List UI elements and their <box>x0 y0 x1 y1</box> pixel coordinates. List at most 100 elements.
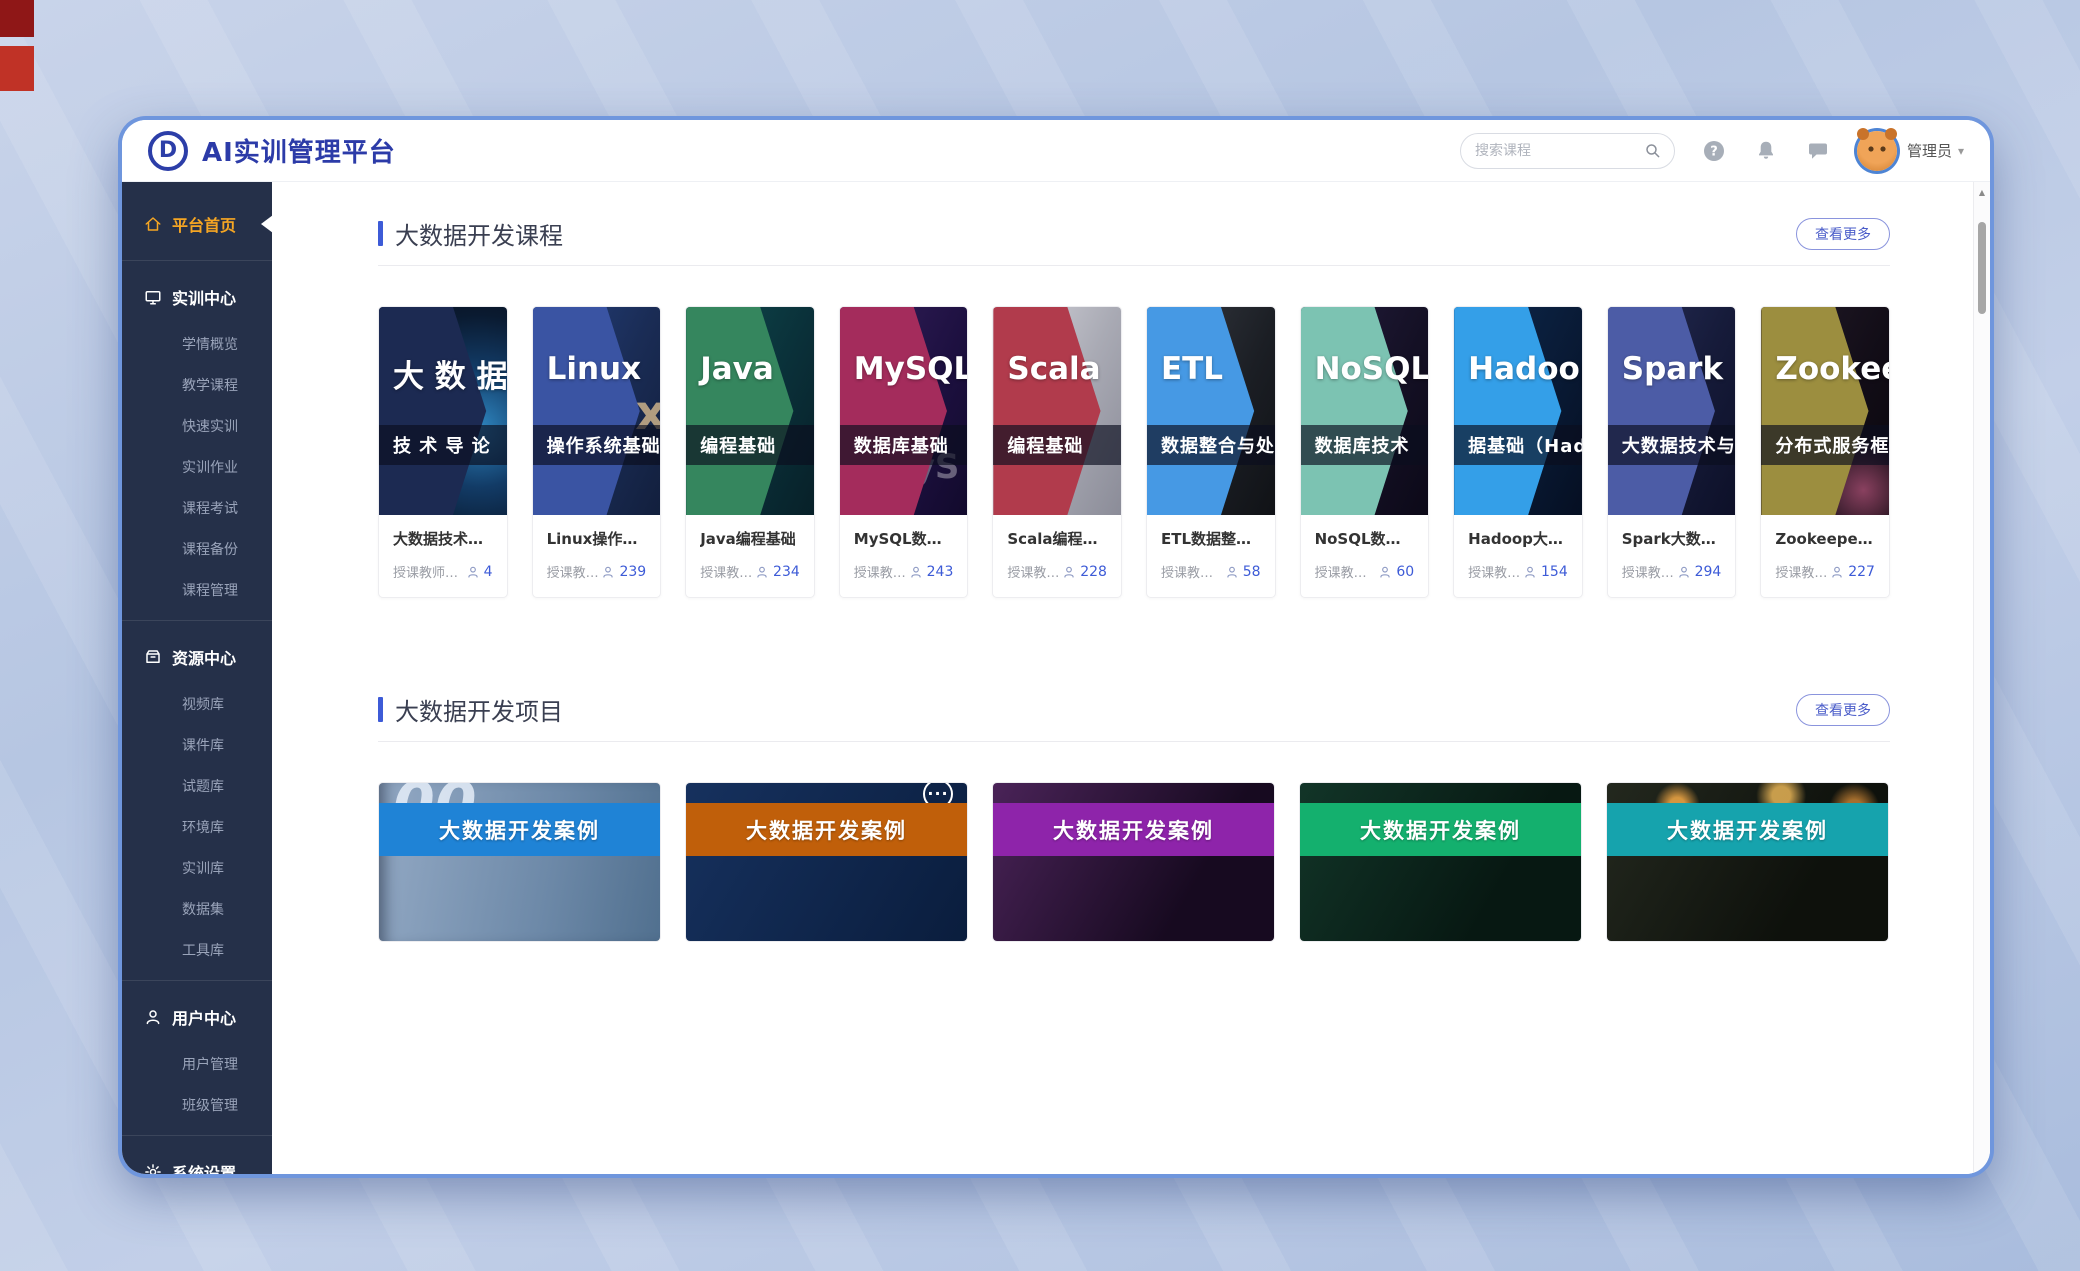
project-card-grid: 00 大数据开发案例 ··· 大数据开发案例 <box>378 782 1890 942</box>
help-icon[interactable]: ? <box>1701 138 1727 164</box>
app-window: D AI实训管理平台 ? 管理员 ▾ <box>122 120 1990 1174</box>
sidebar-child-label: 用户管理 <box>182 1054 238 1074</box>
project-banner: 大数据开发案例 <box>686 803 967 856</box>
sidebar-child-label: 课程管理 <box>182 580 238 600</box>
course-title: MySQL数据库基础 <box>854 528 954 549</box>
course-title: Zookeeper分布式服务框架 <box>1775 528 1875 549</box>
course-card[interactable]: Zookeeper 分布式服务框架 Zookeeper分布式服务框架 授课教师：… <box>1760 306 1890 598</box>
sidebar-child-item[interactable]: 课程管理 <box>122 569 272 610</box>
user-name[interactable]: 管理员 <box>1907 140 1952 161</box>
course-title: Scala编程基础 <box>1007 528 1107 549</box>
course-card[interactable]: ETL 数据整合与处理 ETL数据整合与处理（Kettle） 授课教师：售前_演… <box>1146 306 1276 598</box>
course-card[interactable]: Java 编程基础 Java编程基础 授课教师：售前_演示 <box>685 306 815 598</box>
course-card[interactable]: Spark 大数据技术与应用 Spark大数据技术与应用 授课教师：售前_演示 <box>1607 306 1737 598</box>
cover-subtitle: 数据库技术 <box>1315 432 1410 458</box>
student-count: 60 <box>1378 564 1414 580</box>
student-count-value: 228 <box>1080 564 1107 580</box>
course-card[interactable]: inux Linux 操作系统基础 Linux操作系统基础 授课教师 <box>532 306 662 598</box>
teacher-label: 授课教师： <box>1468 566 1523 581</box>
sidebar-group-item[interactable]: 平台首页 <box>122 198 272 250</box>
sidebar-group-item[interactable]: 资源中心 <box>122 631 272 683</box>
sidebar-child-item[interactable]: 实训作业 <box>122 446 272 487</box>
student-count: 58 <box>1225 564 1261 580</box>
course-card[interactable]: NoSQL 数据库技术 NoSQL数据库技术 授课教师：售前_演示 <box>1300 306 1430 598</box>
notification-bell-icon[interactable] <box>1753 138 1779 164</box>
person-icon <box>1523 565 1537 579</box>
course-cover: Java 编程基础 <box>686 307 814 515</box>
section-title: 大数据开发课程 <box>395 216 563 251</box>
view-more-button[interactable]: 查看更多 <box>1796 694 1890 726</box>
sidebar-child-item[interactable]: 教学课程 <box>122 364 272 405</box>
project-thumbnail: 00 大数据开发案例 <box>379 783 660 941</box>
sidebar-child-item[interactable]: 实训库 <box>122 847 272 888</box>
sidebar-group-item[interactable]: 实训中心 <box>122 271 272 323</box>
sidebar-child-label: 学情概览 <box>182 334 238 354</box>
cover-subtitle-band: 数据库技术 <box>1301 425 1429 465</box>
course-info: 大数据技术基础 授课教师：北京市对外贸易学校教... 4 <box>379 515 507 597</box>
avatar[interactable] <box>1857 131 1897 171</box>
person-icon <box>1378 565 1392 579</box>
course-card[interactable]: MyS MySQL 数据库基础 MySQL数据库基础 授课教师：售前 <box>839 306 969 598</box>
sidebar-divider <box>122 980 272 981</box>
desktop-background: D AI实训管理平台 ? 管理员 ▾ <box>0 0 2080 1271</box>
cover-subtitle: 大数据技术与应用 <box>1622 432 1736 458</box>
scrollbar-thumb[interactable] <box>1978 222 1986 314</box>
student-count: 243 <box>909 564 954 580</box>
sidebar-child-item[interactable]: 课程考试 <box>122 487 272 528</box>
sidebar-group-icon <box>144 1008 162 1026</box>
teacher-label: 授课教师： <box>700 566 755 581</box>
course-info: Zookeeper分布式服务框架 授课教师：售前_演示 227 <box>1761 515 1889 597</box>
project-card[interactable]: ··· 大数据开发案例 <box>685 782 968 942</box>
project-card[interactable]: 00 大数据开发案例 <box>378 782 661 942</box>
course-card[interactable]: 大 数 据 技 术 导 论 大数据技术基础 授课教师：北京市对外贸易学校教... <box>378 306 508 598</box>
sidebar-child-item[interactable]: 视频库 <box>122 683 272 724</box>
sidebar-child-item[interactable]: 数据集 <box>122 888 272 929</box>
cover-title: Linux <box>547 351 642 387</box>
course-card[interactable]: Hadoop 据基础（Hadoop3） Hadoop大数据基础（Hadoop3）… <box>1453 306 1583 598</box>
course-cover: ETL 数据整合与处理 <box>1147 307 1275 515</box>
message-icon[interactable] <box>1805 138 1831 164</box>
course-meta: 授课教师：售前_演示 234 <box>700 562 800 581</box>
course-meta: 授课教师：售前_演示 58 <box>1161 562 1261 581</box>
search-icon[interactable] <box>1644 142 1662 160</box>
person-icon <box>755 565 769 579</box>
search-input[interactable] <box>1473 142 1644 160</box>
sidebar-child-item[interactable]: 用户管理 <box>122 1043 272 1084</box>
project-banner-label: 大数据开发案例 <box>1053 815 1214 845</box>
chevron-down-icon[interactable]: ▾ <box>1958 144 1964 158</box>
person-icon <box>466 565 480 579</box>
app-header: D AI实训管理平台 ? 管理员 ▾ <box>122 120 1990 182</box>
sidebar-group-item[interactable]: 系统设置 <box>122 1146 272 1174</box>
sidebar-group-label: 用户中心 <box>172 1005 236 1029</box>
course-info: Scala编程基础 授课教师：售前_演示 228 <box>993 515 1121 597</box>
sidebar-child-item[interactable]: 环境库 <box>122 806 272 847</box>
view-more-button[interactable]: 查看更多 <box>1796 218 1890 250</box>
sidebar-child-item[interactable]: 课程备份 <box>122 528 272 569</box>
project-card[interactable]: 大数据开发案例 <box>1606 782 1889 942</box>
scrollbar-up-arrow[interactable]: ▲ <box>1974 188 1990 197</box>
course-info: Hadoop大数据基础（Hadoop3） 授课教师：售前_演示 154 <box>1454 515 1582 597</box>
course-card[interactable]: Scala 编程基础 Scala编程基础 授课教师：售前_演示 <box>992 306 1122 598</box>
person-icon <box>1830 565 1844 579</box>
course-cover: 大 数 据 技 术 导 论 <box>379 307 507 515</box>
svg-text:?: ? <box>1710 144 1718 159</box>
sidebar-child-item[interactable]: 工具库 <box>122 929 272 970</box>
sidebar-child-item[interactable]: 试题库 <box>122 765 272 806</box>
sidebar-child-item[interactable]: 班级管理 <box>122 1084 272 1125</box>
sidebar-child-item[interactable]: 快速实训 <box>122 405 272 446</box>
student-count-value: 154 <box>1541 564 1568 580</box>
sidebar-child-item[interactable]: 课件库 <box>122 724 272 765</box>
cover-title: Hadoop <box>1468 351 1582 387</box>
project-thumbnail: ··· 大数据开发案例 <box>686 783 967 941</box>
sidebar-child-item[interactable]: 学情概览 <box>122 323 272 364</box>
project-card[interactable]: 大数据开发案例 <box>992 782 1275 942</box>
student-count: 4 <box>466 564 493 580</box>
cover-subtitle: 数据库基础 <box>854 432 949 458</box>
course-info: Spark大数据技术与应用 授课教师：售前_演示 294 <box>1608 515 1736 597</box>
scrollbar[interactable]: ▲ <box>1973 182 1990 1174</box>
search-box[interactable] <box>1460 133 1675 169</box>
project-card[interactable]: 大数据开发案例 <box>1299 782 1582 942</box>
person-icon <box>601 565 615 579</box>
cover-title: Scala <box>1007 351 1100 387</box>
sidebar-group-item[interactable]: 用户中心 <box>122 991 272 1043</box>
